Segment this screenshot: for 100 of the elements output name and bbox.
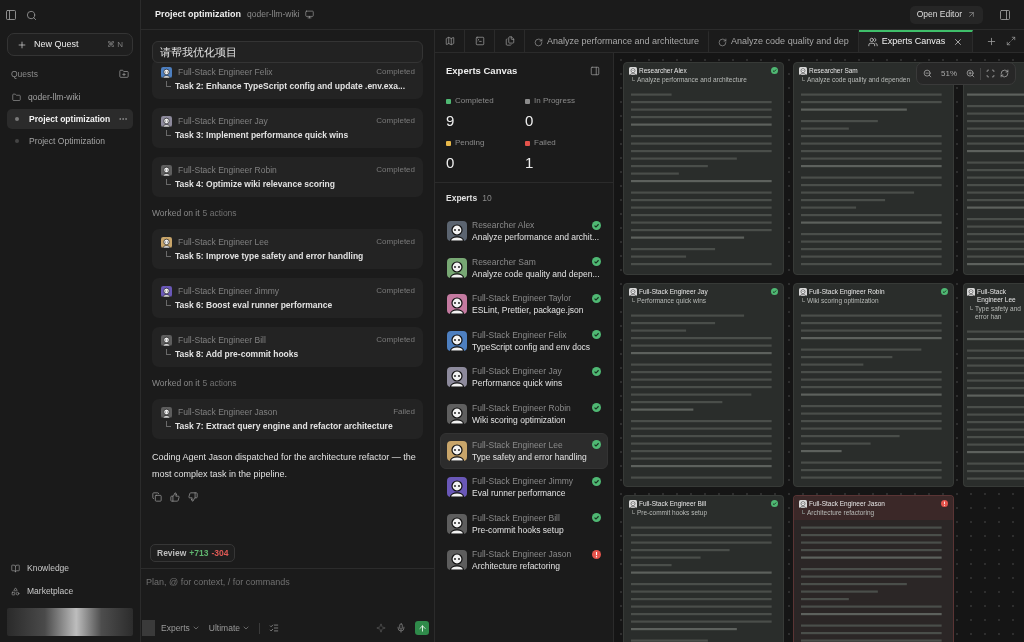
zoom-out-icon[interactable] (923, 69, 932, 78)
expert-item[interactable]: Full-Stack Engineer Bill Pre-commit hooks setup (440, 505, 608, 542)
status-label: Failed (393, 406, 415, 418)
tab[interactable]: Analyze code quality and dep (709, 30, 859, 52)
task-title: Task 3: Implement performance quick wins (175, 129, 349, 142)
agent-name: Full-Stack Engineer Bill (178, 333, 266, 347)
stat-value: 0 (446, 153, 455, 173)
task-card[interactable]: Full-Stack Engineer Jason Failed Task 7: Extract query engine and refactor architecture (152, 399, 423, 439)
task-title: Task 4: Optimize wiki relevance scoring (175, 178, 335, 191)
expert-item[interactable]: Researcher Sam Analyze code quality and depen... (440, 249, 608, 286)
model-dropdown[interactable]: Ultimate (208, 621, 250, 635)
panel-icon[interactable] (999, 8, 1011, 21)
quest-item[interactable]: Project optimization (7, 109, 133, 129)
expert-name: Full-Stack Engineer Bill (472, 511, 560, 524)
panel-left-icon[interactable] (5, 9, 17, 21)
task-card[interactable]: Full-Stack Engineer Felix Completed Task 2: Enhance TypeScript config and update .env.exa... (152, 59, 423, 99)
scan-corners-icon[interactable] (986, 69, 995, 78)
tab[interactable]: Analyze performance and architecture (525, 30, 710, 52)
copy-icon[interactable] (152, 492, 162, 502)
mode-dropdown[interactable]: Experts (161, 621, 200, 635)
avatar-icon (799, 500, 807, 508)
branch-icon (632, 298, 635, 302)
quest-item[interactable]: qoder-llm-wiki (7, 87, 133, 107)
new-quest-button[interactable]: New Quest ⌘ N (7, 33, 133, 56)
thumbs-down-icon[interactable] (188, 492, 198, 502)
people-icon (867, 37, 878, 47)
folder-plus-icon[interactable] (119, 69, 129, 79)
branch-icon (802, 298, 805, 302)
files-icon (504, 36, 515, 46)
stat-label: Pending (455, 137, 485, 149)
check-icon (592, 330, 601, 340)
expert-item[interactable]: Full-Stack Engineer Taylor ESLint, Prettier, package.json (440, 286, 608, 323)
plus-icon[interactable] (986, 35, 997, 47)
avatar-icon (799, 288, 807, 296)
expert-task: Analyze code quality and depen... (472, 267, 601, 280)
checklist-icon[interactable] (269, 623, 279, 633)
check-icon (771, 288, 778, 295)
refresh-icon[interactable] (1000, 69, 1009, 78)
agent-name: Full-Stack Engineer Robin (178, 163, 277, 177)
task-card[interactable]: Full-Stack Engineer Bill Completed Task 8: Add pre-commit hooks (152, 327, 423, 367)
check-icon (592, 476, 601, 486)
search-icon[interactable] (26, 9, 37, 21)
expert-task: TypeScript config and env docs (472, 340, 592, 353)
task-title: Task 5: Improve type safety and error handling (175, 250, 364, 263)
expert-task: Performance quick wins (472, 377, 564, 390)
panel-icon[interactable] (590, 66, 600, 76)
send-button[interactable] (415, 621, 429, 635)
expert-item[interactable]: Full-Stack Engineer Felix TypeScript config and env docs (440, 322, 608, 359)
quest-item[interactable]: Project Optimization (7, 131, 133, 151)
branch-icon (802, 77, 805, 81)
expert-task: Analyze performance and archit... (472, 231, 601, 243)
refresh-icon (718, 37, 728, 47)
expert-count: 10 (482, 191, 492, 205)
mic-icon[interactable] (396, 623, 406, 633)
branch-icon (166, 300, 171, 307)
chat-input[interactable]: Plan, @ for context, / for commands (146, 574, 429, 590)
expert-item[interactable]: Full-Stack Engineer Robin Wiki scoring optimization (440, 395, 608, 432)
agent-name: Full-Stack Engineer Jason (178, 405, 278, 419)
book-icon (11, 563, 20, 573)
expert-item[interactable]: Full-Stack Engineer Jason Architecture refactoring (440, 542, 608, 579)
task-card[interactable]: Full-Stack Engineer Lee Completed Task 5: Improve type safety and error handling (152, 229, 423, 269)
expert-task: Type safety and error handling (472, 450, 588, 463)
branch-icon (166, 251, 171, 258)
stat-label: Failed (534, 137, 556, 149)
expert-name: Researcher Sam (472, 255, 536, 268)
quest-title: Project optimization (155, 7, 241, 21)
nav-item[interactable]: Marketplace (7, 582, 133, 600)
folder-icon (12, 92, 21, 102)
check-icon (771, 67, 778, 74)
agent-name: Full-Stack Engineer Felix (178, 65, 273, 79)
tab[interactable]: Experts Canvas (858, 30, 974, 52)
blurred-placeholder (142, 620, 155, 636)
zoom-in-icon[interactable] (966, 69, 975, 78)
stat-value: 1 (525, 153, 534, 173)
check-icon (771, 500, 778, 507)
expert-name: Researcher Alex (472, 219, 535, 231)
expert-task: ESLint, Prettier, package.json (472, 304, 585, 317)
expand-icon[interactable] (1006, 36, 1016, 46)
expert-name: Full-Stack Engineer Taylor (472, 292, 572, 305)
task-card[interactable]: Full-Stack Engineer Jay Completed Task 3: Implement performance quick wins (152, 108, 423, 148)
expert-item[interactable]: Full-Stack Engineer Jay Performance quick wins (440, 359, 608, 396)
section-label: Experts (446, 191, 478, 205)
task-card[interactable]: Full-Stack Engineer Jimmy Completed Task 6: Boost eval runner performance (152, 278, 423, 318)
check-icon (592, 220, 601, 230)
nav-item[interactable]: Knowledge (7, 559, 133, 577)
expert-item[interactable]: Full-Stack Engineer Jimmy Eval runner performance (440, 469, 608, 506)
expert-item[interactable]: Full-Stack Engineer Lee Type safety and error handling (440, 432, 608, 469)
branch-icon (802, 510, 805, 514)
expert-task: Eval runner performance (472, 487, 567, 500)
status-label: Completed (376, 164, 415, 176)
task-card[interactable]: Full-Stack Engineer Robin Completed Task 4: Optimize wiki relevance scoring (152, 157, 423, 197)
open-editor-button[interactable]: Open Editor (909, 5, 983, 24)
review-button[interactable]: Review +713 -304 (150, 544, 236, 562)
stat-label: Completed (455, 95, 494, 107)
check-icon (592, 440, 601, 450)
thumbs-up-icon[interactable] (170, 492, 180, 502)
expert-item[interactable]: Researcher Alex Analyze performance and archit... (440, 213, 608, 249)
task-title: Task 2: Enhance TypeScript config and update .env.exa... (175, 80, 406, 93)
expert-name: Full-Stack Engineer Lee (472, 438, 563, 451)
agent-name: Full-Stack Engineer Jimmy (178, 284, 280, 298)
